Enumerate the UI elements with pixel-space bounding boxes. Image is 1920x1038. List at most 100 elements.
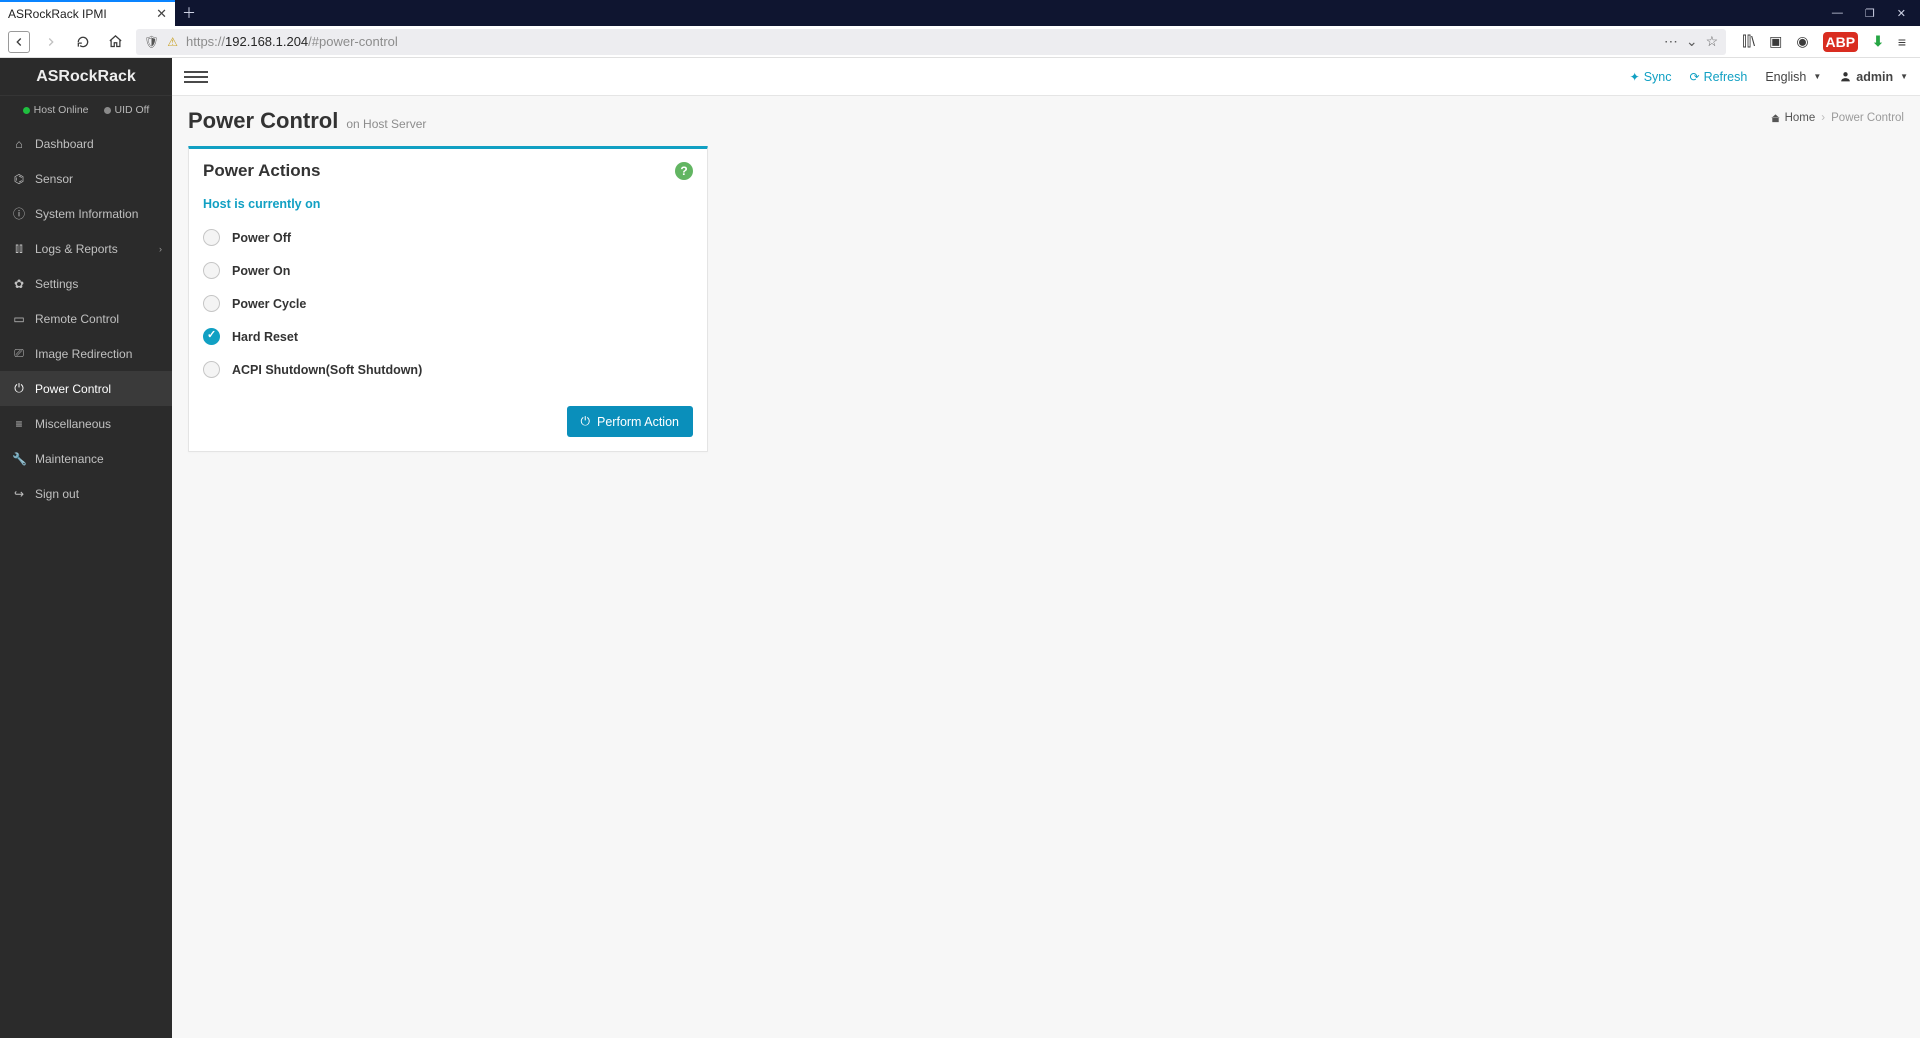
power-option-acpi-shutdown-soft-shutdown-[interactable]: ACPI Shutdown(Soft Shutdown) bbox=[203, 353, 693, 386]
url-more-icon[interactable]: ⋯ bbox=[1664, 33, 1678, 50]
sidebar-item-label: Sign out bbox=[35, 487, 79, 501]
pocket-icon[interactable]: ⌄ bbox=[1686, 33, 1698, 50]
shield-icon: 🛡 bbox=[144, 35, 159, 49]
info-icon: ⓘ bbox=[12, 205, 26, 222]
nav-home-button[interactable] bbox=[104, 31, 126, 53]
sidebar-item-image-redirection[interactable]: ⎚Image Redirection bbox=[0, 336, 172, 371]
perform-action-button[interactable]: ⏻ Perform Action bbox=[567, 406, 693, 437]
wrench-icon: 🔧 bbox=[12, 452, 26, 466]
breadcrumb-current: Power Control bbox=[1831, 112, 1904, 124]
power-icon: ⏻ bbox=[12, 381, 26, 396]
bars-icon: ⫾⫾ bbox=[12, 241, 26, 256]
sidebar-status-row: Host Online UID Off bbox=[0, 96, 172, 126]
sidebar-item-logs-reports[interactable]: ⫾⫾Logs & Reports› bbox=[0, 231, 172, 266]
sidebar-item-label: Miscellaneous bbox=[35, 417, 111, 431]
card-title: Power Actions bbox=[203, 161, 320, 181]
sync-link[interactable]: ✦ Sync bbox=[1630, 70, 1672, 84]
sidebar-item-label: Logs & Reports bbox=[35, 242, 118, 256]
sidebar-item-maintenance[interactable]: 🔧Maintenance bbox=[0, 441, 172, 476]
chevron-down-icon: ▼ bbox=[1813, 72, 1821, 81]
radio-button[interactable] bbox=[203, 361, 220, 378]
browser-tab-strip: ASRockRack IPMI ✕ ＋ — ❐ ✕ bbox=[0, 0, 1920, 26]
sidebar-menu: ⌂Dashboard⌬Sensor ⓘ System Information ⫾⫾ Lo… bbox=[0, 126, 172, 511]
window-maximize-icon[interactable]: ❐ bbox=[1865, 7, 1875, 20]
menu-toggle-button[interactable] bbox=[184, 65, 208, 89]
refresh-label: Refresh bbox=[1704, 70, 1748, 84]
browser-menu-icon[interactable]: ≡ bbox=[1898, 34, 1906, 50]
tab-title: ASRockRack IPMI bbox=[8, 7, 156, 21]
radio-label: Hard Reset bbox=[232, 330, 298, 344]
sidebar-item-label: Settings bbox=[35, 277, 78, 291]
radio-label: Power Cycle bbox=[232, 297, 306, 311]
browser-right-icons: ⫿⫿\ ▣ ◉ ABP ⬇ ≡ bbox=[1736, 32, 1912, 52]
library-icon[interactable]: ⫿⫿\ bbox=[1742, 33, 1755, 50]
radio-label: Power Off bbox=[232, 231, 291, 245]
sidebar-item-label: Image Redirection bbox=[35, 347, 132, 361]
sidebar-item-dashboard[interactable]: ⌂Dashboard bbox=[0, 126, 172, 161]
breadcrumb-separator: › bbox=[1821, 112, 1825, 124]
sidebar-item-label: Power Control bbox=[35, 382, 111, 396]
list-icon: ≡ bbox=[12, 417, 26, 431]
bookmark-icon[interactable]: ☆ bbox=[1706, 33, 1719, 50]
refresh-link[interactable]: ⟳ Refresh bbox=[1690, 70, 1748, 84]
host-status: Host Online bbox=[23, 104, 89, 116]
sidebar-item-label: System Information bbox=[35, 207, 138, 221]
dashboard-icon: ⌬ bbox=[12, 172, 26, 186]
language-label: English bbox=[1765, 70, 1806, 84]
home-icon: ⌂ bbox=[12, 137, 26, 151]
radio-button[interactable] bbox=[203, 328, 220, 345]
radio-button[interactable] bbox=[203, 295, 220, 312]
power-option-power-off[interactable]: Power Off bbox=[203, 221, 693, 254]
power-option-hard-reset[interactable]: Hard Reset bbox=[203, 320, 693, 353]
download-icon[interactable]: ⬇ bbox=[1872, 33, 1884, 50]
brand-title: ASRockRack bbox=[0, 58, 172, 96]
user-label: admin bbox=[1856, 70, 1893, 84]
radio-label: Power On bbox=[232, 264, 290, 278]
monitor-icon: ▭ bbox=[12, 312, 26, 326]
status-dot-online-icon bbox=[23, 107, 30, 114]
page-title: Power Control bbox=[188, 108, 338, 134]
adblock-icon[interactable]: ABP bbox=[1823, 32, 1859, 52]
sidebar: ASRockRack Host Online UID Off ⌂Dashboar… bbox=[0, 58, 172, 1038]
radio-button[interactable] bbox=[203, 262, 220, 279]
sidebar-item-miscellaneous[interactable]: ≡ Miscellaneous bbox=[0, 406, 172, 441]
sidebar-toggle-icon[interactable]: ▣ bbox=[1769, 33, 1782, 50]
sidebar-item-sign-out[interactable]: ↪ Sign out bbox=[0, 476, 172, 511]
window-minimize-icon[interactable]: — bbox=[1832, 7, 1843, 19]
language-dropdown[interactable]: English ▼ bbox=[1765, 70, 1821, 84]
radio-button[interactable] bbox=[203, 229, 220, 246]
new-tab-button[interactable]: ＋ bbox=[175, 0, 203, 26]
breadcrumb-home[interactable]: Home bbox=[1770, 112, 1816, 124]
window-close-icon[interactable]: ✕ bbox=[1897, 7, 1906, 20]
account-icon[interactable]: ◉ bbox=[1796, 33, 1808, 50]
chevron-down-icon: ▼ bbox=[1900, 72, 1908, 81]
gear-icon: ✿ bbox=[12, 277, 26, 291]
power-icon: ⏻ bbox=[581, 414, 591, 429]
sidebar-item-label: Remote Control bbox=[35, 312, 119, 326]
nav-back-button[interactable] bbox=[8, 31, 30, 53]
sidebar-item-sensor[interactable]: ⌬Sensor bbox=[0, 161, 172, 196]
page-subtitle: on Host Server bbox=[346, 117, 426, 134]
sidebar-item-remote-control[interactable]: ▭ Remote Control bbox=[0, 301, 172, 336]
nav-forward-button[interactable] bbox=[40, 31, 62, 53]
sidebar-item-settings[interactable]: ✿ Settings bbox=[0, 266, 172, 301]
perform-action-label: Perform Action bbox=[597, 415, 679, 429]
lock-warning-icon: ⚠ bbox=[167, 35, 178, 49]
help-icon[interactable]: ? bbox=[675, 162, 693, 180]
page-content: Power Actions ? Host is currently on Pow… bbox=[172, 140, 1920, 472]
topbar: ✦ Sync ⟳ Refresh English ▼ admin ▼ bbox=[172, 58, 1920, 96]
main-area: ✦ Sync ⟳ Refresh English ▼ admin ▼ bbox=[172, 58, 1920, 1038]
nav-reload-button[interactable] bbox=[72, 31, 94, 53]
page-header: Power Control on Host Server Home › Powe… bbox=[172, 96, 1920, 140]
signout-icon: ↪ bbox=[12, 487, 26, 501]
sidebar-item-system-information[interactable]: ⓘ System Information bbox=[0, 196, 172, 231]
power-option-power-cycle[interactable]: Power Cycle bbox=[203, 287, 693, 320]
browser-tab[interactable]: ASRockRack IPMI ✕ bbox=[0, 0, 175, 26]
user-dropdown[interactable]: admin ▼ bbox=[1839, 70, 1908, 84]
url-bar[interactable]: 🛡 ⚠ https://192.168.1.204/#power-control… bbox=[136, 29, 1726, 55]
sidebar-item-power-control[interactable]: ⏻ Power Control bbox=[0, 371, 172, 406]
power-option-power-on[interactable]: Power On bbox=[203, 254, 693, 287]
user-icon bbox=[1839, 70, 1852, 83]
tab-close-icon[interactable]: ✕ bbox=[156, 6, 167, 22]
uid-status: UID Off bbox=[104, 104, 150, 116]
